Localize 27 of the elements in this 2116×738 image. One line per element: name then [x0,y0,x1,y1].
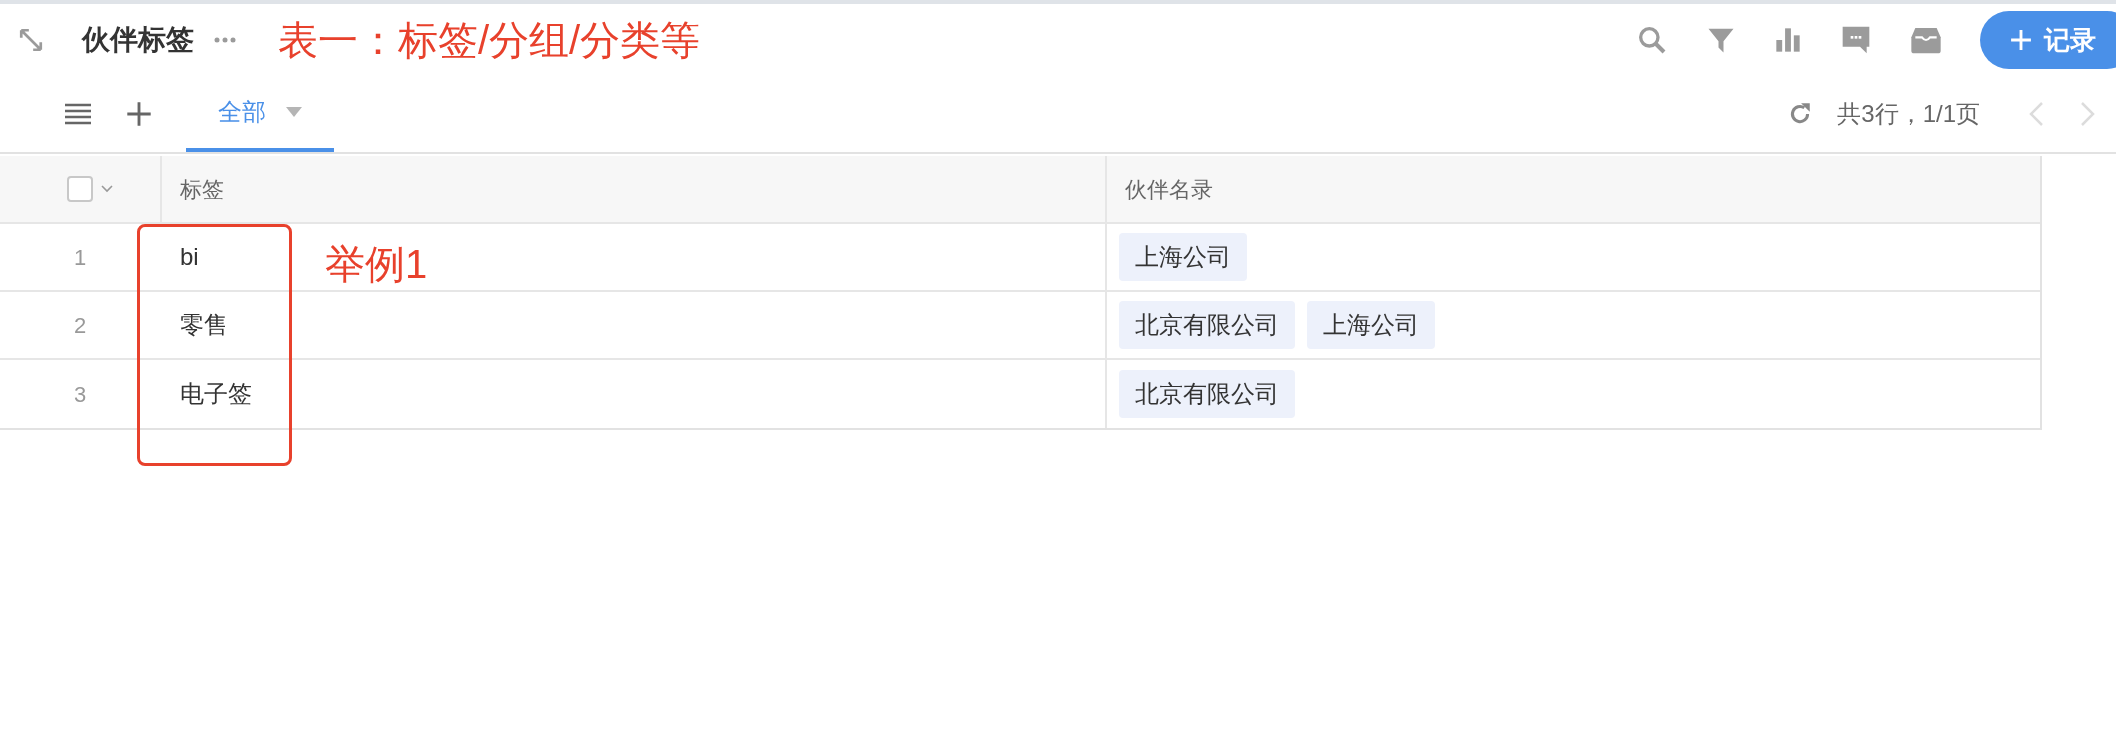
partner-tag[interactable]: 北京有限公司 [1119,370,1295,418]
menu-icon[interactable] [64,103,92,125]
more-icon[interactable] [214,37,236,43]
search-icon[interactable] [1636,24,1668,56]
partner-tag[interactable]: 北京有限公司 [1119,301,1295,349]
chevron-down-icon[interactable] [101,185,113,193]
inbox-icon[interactable] [1910,25,1942,55]
page-title: 伙伴标签 [82,23,194,57]
partner-tag[interactable]: 上海公司 [1119,233,1247,281]
row-number: 1 [0,224,160,292]
select-all-checkbox[interactable] [67,176,93,202]
table-cell: 零售 [160,292,1105,360]
expand-icon[interactable] [18,27,44,53]
row-number: 3 [72,380,88,409]
column-header[interactable]: 伙伴名录 [1105,156,2040,224]
page-summary: 共3行，1/1页 [1837,99,1980,129]
caret-icon [286,107,302,117]
column-header[interactable]: 标签 [160,156,1105,224]
row-number: 2 [0,292,160,360]
annotation-text: 表一：标签/分组/分类等 [278,17,701,64]
table-cell-text: 电子签 [179,379,253,409]
plus-icon[interactable] [126,101,152,127]
comment-icon[interactable] [1840,25,1872,55]
plus-icon [2010,29,2032,51]
annotation-text: 举例1 [325,241,428,288]
partner-tag[interactable]: 上海公司 [1307,301,1435,349]
bar-chart-icon[interactable] [1774,26,1802,54]
